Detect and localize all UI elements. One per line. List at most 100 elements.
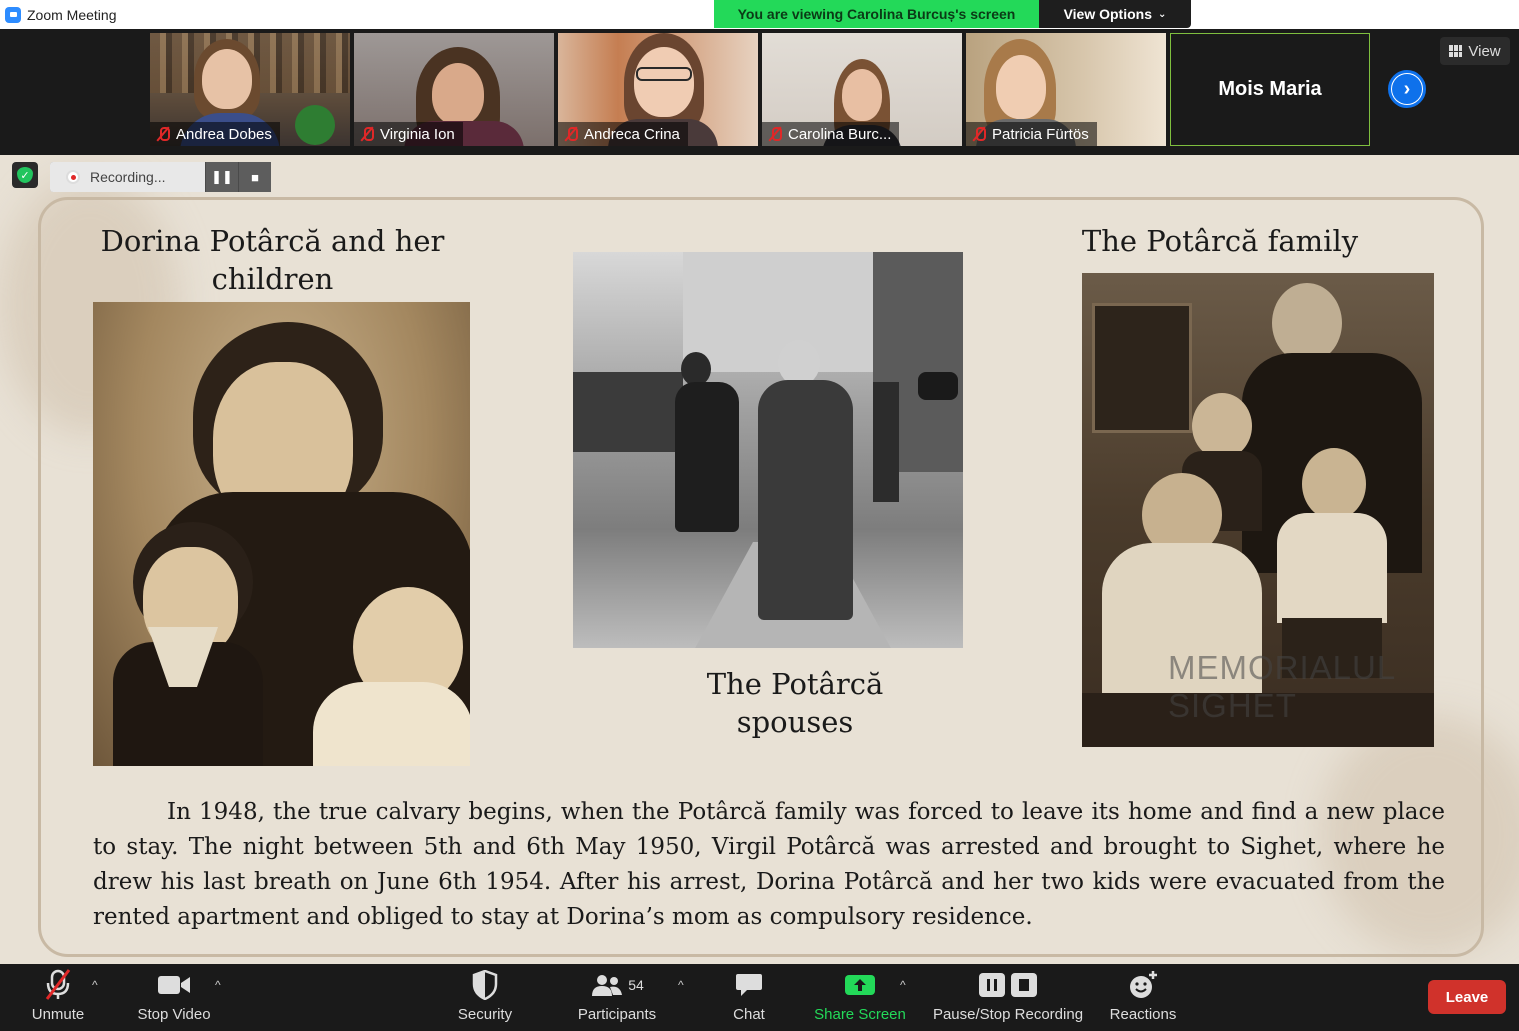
- recording-label: Recording...: [90, 169, 166, 185]
- photo-dorina-and-children: [93, 302, 470, 766]
- caption-center: The Potârcă spouses: [706, 667, 884, 739]
- people-icon: [592, 975, 623, 996]
- recording-indicator: Recording... ❚❚ ■: [50, 162, 271, 192]
- participants-label: Participants: [577, 1006, 657, 1023]
- chat-label: Chat: [733, 1006, 765, 1023]
- zoom-logo-icon: [5, 6, 21, 23]
- photo-woman-head: [681, 352, 711, 386]
- pause-recording-button[interactable]: ❚❚: [205, 162, 238, 192]
- shield-check-icon: ✓: [17, 167, 33, 183]
- participant-name: Virginia Ion: [380, 125, 455, 143]
- caption-left: Dorina Potârcă and her children: [100, 224, 445, 296]
- photo-passerby: [873, 382, 899, 502]
- participant-strip: Andrea Dobes Virginia Ion Andreca Crina …: [0, 29, 1519, 155]
- participant-tile[interactable]: Carolina Burc...: [762, 33, 962, 146]
- photo-potarca-spouses: [573, 252, 963, 648]
- photo-fence: [573, 372, 683, 452]
- participant-name-tag: Carolina Burc...: [762, 122, 900, 146]
- share-options-caret[interactable]: ^: [900, 978, 906, 992]
- participant-name: Carolina Burc...: [788, 125, 892, 143]
- participant-tile-no-video[interactable]: Mois Maria: [1170, 33, 1370, 146]
- photo-boy-face: [1302, 448, 1366, 520]
- recording-status: Recording...: [50, 162, 205, 192]
- participants-icon-row: 54: [590, 968, 644, 1002]
- participants-button[interactable]: 54 Participants: [572, 968, 662, 1028]
- participant-name-tag: Andreca Crina: [558, 122, 688, 146]
- photo-baby-clothes: [313, 682, 470, 766]
- mic-muted-icon: [44, 968, 72, 1002]
- photo-woman-dress: [675, 382, 739, 532]
- viewing-banner: You are viewing Carolina Burcuș's screen: [714, 0, 1039, 28]
- unmute-button[interactable]: Unmute: [24, 968, 92, 1028]
- photo-frame-on-wall: [1092, 303, 1192, 433]
- pause-stop-recording-label: Pause/Stop Recording: [932, 1006, 1084, 1023]
- face: [202, 49, 252, 109]
- caption-right: The Potârcă family: [1081, 224, 1359, 258]
- shared-screen: Dorina Potârcă and her children The Potâ…: [0, 155, 1519, 964]
- view-button[interactable]: View: [1440, 37, 1510, 65]
- window-title: Zoom Meeting: [27, 6, 117, 23]
- recording-dot-icon: [66, 170, 80, 184]
- photo-girl-face: [1192, 393, 1252, 459]
- watermark-text: MEMORIALUL SIGHET: [1168, 649, 1395, 724]
- photo-father-face: [1272, 283, 1342, 363]
- chat-bubble-icon: [735, 968, 763, 1002]
- face: [634, 47, 694, 117]
- share-screen-label: Share Screen: [814, 1006, 906, 1023]
- participant-name: Andreca Crina: [584, 125, 680, 143]
- participants-count: 54: [628, 977, 644, 993]
- next-page-button[interactable]: ›: [1388, 70, 1426, 108]
- participant-tile[interactable]: Andreca Crina: [558, 33, 758, 146]
- share-screen-button[interactable]: Share Screen: [812, 968, 908, 1028]
- mic-muted-icon: [972, 126, 986, 142]
- participant-tile[interactable]: Patricia Fürtös: [966, 33, 1166, 146]
- reactions-button[interactable]: Reactions: [1104, 968, 1182, 1028]
- video-camera-icon: [157, 968, 191, 1002]
- pause-icon: [979, 973, 1005, 997]
- unmute-label: Unmute: [31, 1006, 85, 1023]
- view-options-label: View Options: [1063, 6, 1153, 22]
- video-options-caret[interactable]: ^: [215, 978, 221, 992]
- mic-muted-icon: [360, 126, 374, 142]
- participant-name: Patricia Fürtös: [992, 125, 1089, 143]
- photo-man-suit: [758, 380, 853, 620]
- plant: [295, 105, 335, 145]
- pause-icon: ❚❚: [211, 169, 233, 184]
- photo-car: [918, 372, 958, 400]
- shield-icon: [472, 968, 498, 1002]
- participant-name-tag: Patricia Fürtös: [966, 122, 1097, 146]
- audio-options-caret[interactable]: ^: [92, 978, 98, 992]
- participant-name-tag: Andrea Dobes: [150, 122, 280, 146]
- participants-options-caret[interactable]: ^: [678, 978, 684, 992]
- leave-button[interactable]: Leave: [1428, 980, 1506, 1014]
- chevron-down-icon: ⌄: [1158, 8, 1167, 20]
- face: [842, 69, 882, 121]
- view-options-button[interactable]: View Options ⌄: [1039, 0, 1191, 28]
- chat-button[interactable]: Chat: [722, 968, 776, 1028]
- chevron-right-icon: ›: [1392, 74, 1422, 104]
- mic-muted-icon: [564, 126, 578, 142]
- glasses: [636, 67, 692, 81]
- stop-video-button[interactable]: Stop Video: [132, 968, 216, 1028]
- participant-name-tag: Virginia Ion: [354, 122, 463, 146]
- participant-tile[interactable]: Andrea Dobes: [150, 33, 350, 146]
- stop-recording-button[interactable]: ■: [238, 162, 271, 192]
- face: [996, 55, 1046, 119]
- face: [432, 63, 484, 125]
- photo-building: [683, 252, 873, 372]
- view-button-label: View: [1468, 42, 1501, 60]
- photo-boy-shirt: [1277, 513, 1387, 623]
- pause-stop-recording-button[interactable]: Pause/Stop Recording: [928, 968, 1088, 1028]
- participant-tile[interactable]: Virginia Ion: [354, 33, 554, 146]
- stop-icon: ■: [251, 169, 259, 185]
- security-label: Security: [457, 1006, 513, 1023]
- stop-video-label: Stop Video: [137, 1006, 211, 1023]
- share-screen-icon: [844, 968, 876, 1002]
- gallery-grid-icon: [1449, 45, 1463, 57]
- participant-name: Mois Maria: [1218, 78, 1322, 100]
- mic-muted-icon: [156, 126, 170, 142]
- security-button[interactable]: Security: [450, 968, 520, 1028]
- security-shield-button[interactable]: ✓: [12, 162, 38, 188]
- recording-controls-icons: [978, 968, 1038, 1002]
- mic-muted-icon: [768, 126, 782, 142]
